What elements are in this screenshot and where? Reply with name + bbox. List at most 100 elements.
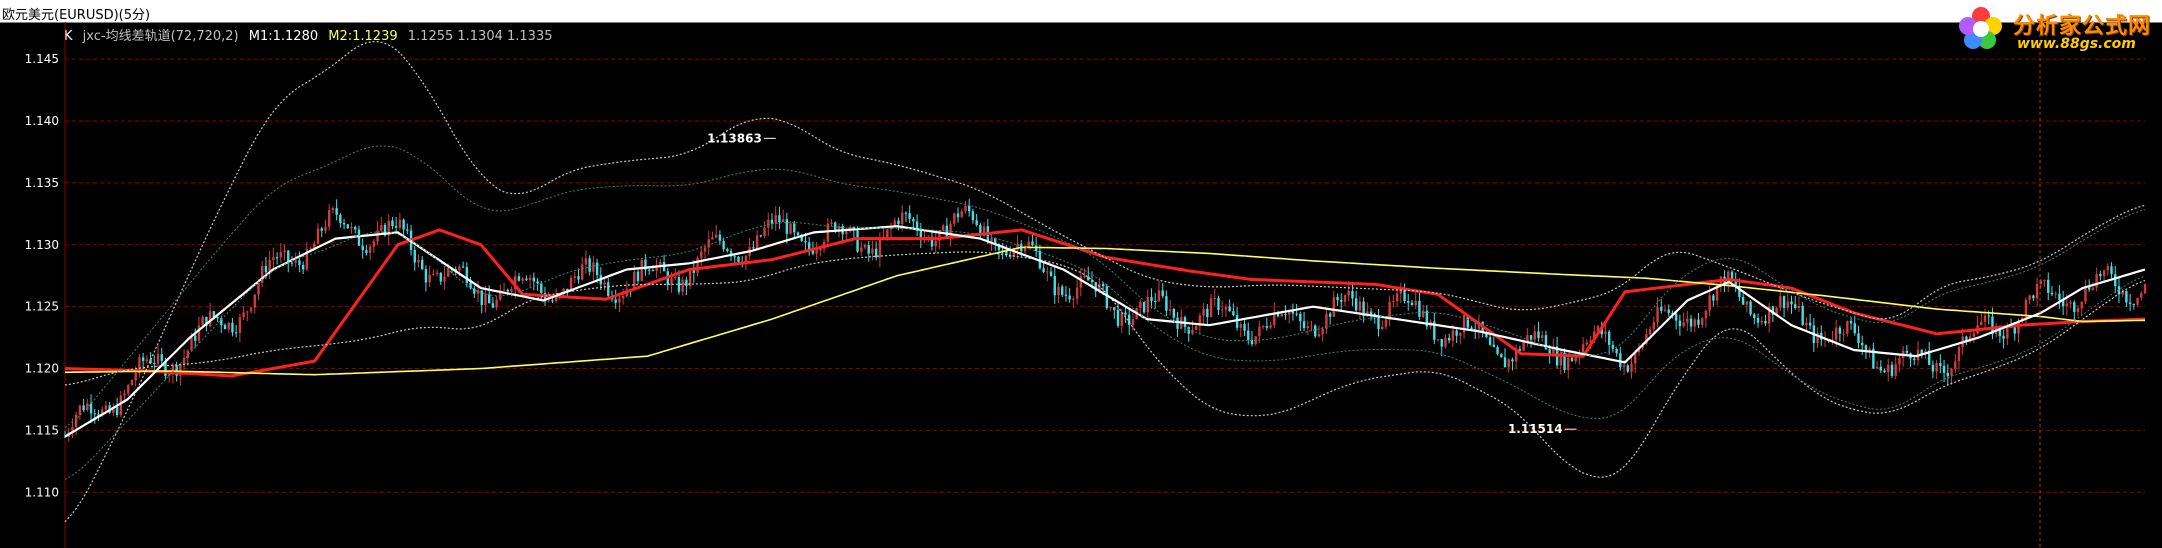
candle-body <box>1053 276 1056 296</box>
candle-body <box>1031 241 1034 246</box>
candle-body <box>134 373 137 381</box>
candle-body <box>354 226 357 230</box>
candle-body <box>1667 309 1670 314</box>
candle-body <box>532 277 536 282</box>
candle-body <box>1488 337 1492 345</box>
candle-body <box>1109 307 1112 309</box>
candle-body <box>487 294 491 304</box>
candle-body <box>1663 309 1667 311</box>
candle-body <box>1161 290 1164 297</box>
y-tick-label: 1.110 <box>25 485 59 499</box>
candle-body <box>2006 326 2009 339</box>
candle-body <box>257 282 260 295</box>
lower-band-line <box>64 251 2146 478</box>
candle-body <box>1794 304 1797 309</box>
candle-body <box>428 274 431 283</box>
candle-body <box>368 246 372 253</box>
candle-body <box>1987 315 1990 317</box>
candle-body <box>2102 270 2106 277</box>
candle-body <box>394 226 398 228</box>
candle-body <box>1764 320 1767 324</box>
candle-body <box>1224 306 1228 310</box>
candle-body <box>1797 306 1801 309</box>
candle-body <box>301 265 305 270</box>
candle-body <box>774 215 777 224</box>
candle-body <box>279 252 283 258</box>
candle-body <box>714 234 718 238</box>
candle-body <box>1243 324 1246 331</box>
candle-body <box>141 357 145 361</box>
candle-body <box>2132 303 2136 305</box>
candle-body <box>1280 313 1283 317</box>
candle-body <box>197 325 201 341</box>
candle-body <box>1258 326 1261 337</box>
candle-body <box>707 239 710 248</box>
candle-body <box>2058 293 2061 301</box>
candle-body <box>633 271 636 290</box>
candle-body <box>1522 342 1525 351</box>
candle-body <box>886 229 889 238</box>
y-tick-label: 1.140 <box>25 114 59 128</box>
candle-body <box>1630 363 1633 372</box>
candle-body <box>789 223 792 234</box>
candle-body <box>1857 333 1860 343</box>
candle-body <box>413 249 416 263</box>
y-tick-label: 1.130 <box>25 238 59 252</box>
candle-body <box>1459 332 1462 336</box>
candle-body <box>584 258 588 265</box>
candle-body <box>651 270 655 272</box>
candle-body <box>856 230 859 252</box>
candle-body <box>696 257 699 273</box>
candle-body <box>320 228 323 231</box>
candle-body <box>1421 310 1425 317</box>
candle-body <box>1410 302 1414 306</box>
candle-body <box>1890 364 1894 376</box>
candle-body <box>1261 326 1265 328</box>
candle-body <box>1310 325 1313 327</box>
candle-body <box>1689 318 1693 327</box>
candle-body <box>1083 276 1086 278</box>
candle-body <box>521 278 524 281</box>
candle-body <box>908 213 911 219</box>
candle-body <box>1213 298 1216 300</box>
candle-body <box>2047 279 2050 293</box>
candle-body <box>1492 344 1496 348</box>
candle-body <box>967 205 971 212</box>
candle-body <box>357 229 361 246</box>
candle-body <box>1607 331 1611 345</box>
candle-body <box>402 219 405 230</box>
candle-body <box>793 223 796 233</box>
candle-body <box>2032 295 2035 299</box>
y-tick-label: 1.125 <box>25 300 59 314</box>
candle-body <box>2069 302 2072 304</box>
candle-body <box>1120 312 1123 326</box>
candle-body <box>614 299 617 303</box>
candle-body <box>703 247 707 252</box>
candle-body <box>878 238 882 258</box>
candle-body <box>1150 297 1153 301</box>
candle-body <box>1954 361 1957 369</box>
candle-body <box>93 413 96 415</box>
candle-body <box>525 278 528 280</box>
candle-body <box>1354 298 1358 311</box>
candle-body <box>421 259 424 270</box>
candle-body <box>2002 335 2005 339</box>
candle-body <box>1447 337 1451 341</box>
candle-body <box>275 257 279 259</box>
candle-body <box>733 256 736 258</box>
candle-body <box>264 265 268 273</box>
candle-body <box>361 245 364 251</box>
candle-body <box>1269 325 1272 328</box>
candle-body <box>1570 357 1574 362</box>
candle-body <box>208 311 212 327</box>
candle-body <box>335 208 338 215</box>
candle-body <box>1101 283 1105 287</box>
candle-body <box>1749 301 1752 315</box>
candle-body <box>294 260 297 263</box>
candle-body <box>726 249 729 252</box>
candle-body <box>1648 329 1652 335</box>
candle-body <box>1194 326 1198 330</box>
candle-body <box>342 223 346 225</box>
candle-body <box>2028 295 2031 300</box>
candle-body <box>391 220 394 227</box>
